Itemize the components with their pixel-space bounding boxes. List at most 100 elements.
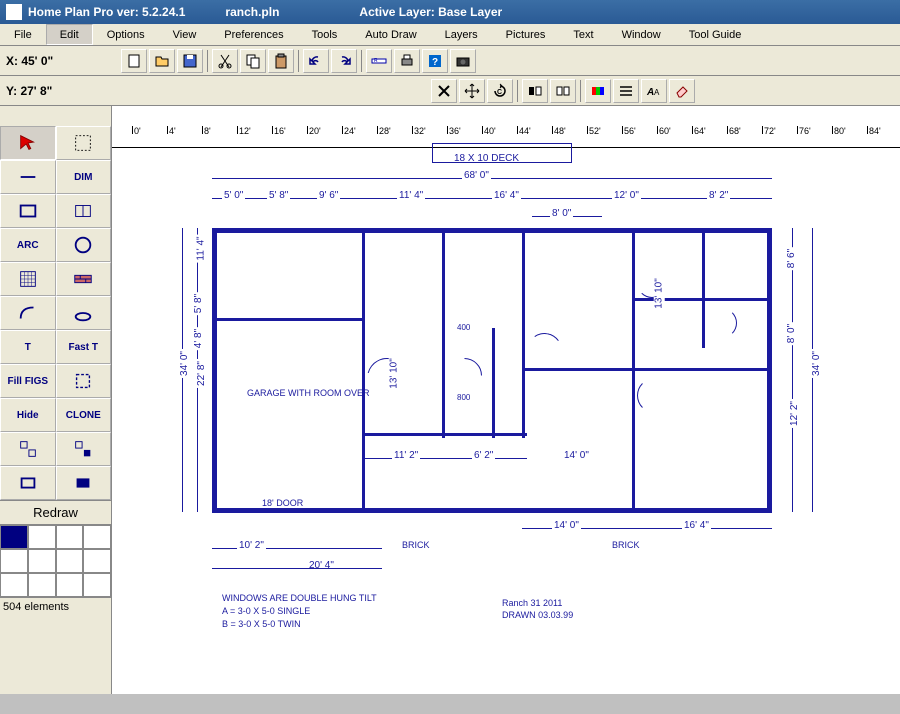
dim-gb1: 10' 2" — [237, 540, 266, 551]
toggle2-icon[interactable] — [550, 79, 576, 103]
menu-view[interactable]: View — [159, 24, 211, 45]
font-icon[interactable]: AA — [641, 79, 667, 103]
arc-icon[interactable]: ARC — [0, 228, 56, 262]
swatch-11[interactable] — [83, 573, 111, 597]
circle-icon[interactable] — [56, 228, 112, 262]
hatch-icon[interactable] — [0, 262, 56, 296]
ruler-tick: 68' — [727, 126, 741, 134]
clone-icon[interactable]: CLONE — [56, 398, 112, 432]
coord-y: Y: 27' 8" — [0, 82, 110, 100]
menu-edit[interactable]: Edit — [46, 24, 93, 45]
swatch-10[interactable] — [56, 573, 84, 597]
eraser-icon[interactable] — [669, 79, 695, 103]
marquee-select-icon[interactable] — [56, 126, 112, 160]
lines-icon[interactable] — [613, 79, 639, 103]
menu-preferences[interactable]: Preferences — [210, 24, 297, 45]
fill-icon[interactable]: Fill FIGS — [0, 364, 56, 398]
move-icon[interactable] — [459, 79, 485, 103]
redraw-button[interactable]: Redraw — [0, 500, 111, 524]
block1-icon[interactable] — [0, 466, 56, 500]
rotate-icon[interactable]: C — [487, 79, 513, 103]
line-icon[interactable] — [0, 160, 56, 194]
undo-icon[interactable] — [303, 49, 329, 73]
element-count: 504 elements — [0, 597, 111, 616]
camera-icon[interactable] — [450, 49, 476, 73]
group1-icon[interactable] — [0, 432, 56, 466]
swatch-0[interactable] — [0, 525, 28, 549]
dim-top-4: 16' 4" — [492, 190, 521, 201]
ruler-tick: 60' — [657, 126, 671, 134]
open-icon[interactable] — [149, 49, 175, 73]
swatch-1[interactable] — [28, 525, 56, 549]
swatch-9[interactable] — [28, 573, 56, 597]
ruler-tick: 44' — [517, 126, 531, 134]
ruler-tick: 4' — [167, 126, 176, 134]
ruler-tick: 84' — [867, 126, 881, 134]
menu-bar: FileEditOptionsViewPreferencesToolsAuto … — [0, 24, 900, 46]
text-bold-icon[interactable]: T — [0, 330, 56, 364]
drawing-canvas[interactable]: 0'4'8'12'16'20'24'28'32'36'40'44'48'52'5… — [112, 106, 900, 694]
arrow-select-icon[interactable] — [0, 126, 56, 160]
menu-pictures[interactable]: Pictures — [492, 24, 560, 45]
color-icon[interactable] — [585, 79, 611, 103]
select-rect-icon[interactable] — [56, 364, 112, 398]
save-icon[interactable] — [177, 49, 203, 73]
cut-icon[interactable] — [212, 49, 238, 73]
main-area: DIMARC TFast TFill FIGSHideCLONE Redraw 5… — [0, 106, 900, 694]
menu-window[interactable]: Window — [608, 24, 675, 45]
ruler-tick: 56' — [622, 126, 636, 134]
svg-text:A: A — [646, 87, 654, 98]
swatch-3[interactable] — [83, 525, 111, 549]
delete-icon[interactable] — [431, 79, 457, 103]
dimension-icon[interactable]: DIM — [56, 160, 112, 194]
wall-icon[interactable] — [56, 262, 112, 296]
rect-icon[interactable] — [0, 194, 56, 228]
dim-left-1: 5' 8" — [193, 292, 204, 315]
pad-icon[interactable] — [56, 296, 112, 330]
menu-auto-draw[interactable]: Auto Draw — [351, 24, 430, 45]
print-icon[interactable] — [394, 49, 420, 73]
svg-text:?: ? — [432, 57, 438, 68]
dim-b1: 11' 2" — [392, 450, 420, 461]
dim-right-0: 8' 6" — [786, 247, 797, 270]
dim-gb2: 20' 4" — [307, 560, 336, 571]
menu-tool-guide[interactable]: Tool Guide — [675, 24, 756, 45]
swatch-8[interactable] — [0, 573, 28, 597]
menu-options[interactable]: Options — [93, 24, 159, 45]
copy-icon[interactable] — [240, 49, 266, 73]
floorplan-drawing[interactable]: 18 X 10 DECK 68' 0" 5' 0"5' 8"9' 6"11' 4… — [112, 148, 900, 694]
dim-left-2: 4' 8" — [193, 327, 204, 350]
paste-icon[interactable] — [268, 49, 294, 73]
help-icon[interactable]: ? — [422, 49, 448, 73]
dim-b3: 14' 0" — [562, 450, 591, 461]
ruler-tick: 12' — [237, 126, 251, 134]
toggle1-icon[interactable] — [522, 79, 548, 103]
group2-icon[interactable] — [56, 432, 112, 466]
hide-icon[interactable]: Hide — [0, 398, 56, 432]
dim-sub: 8' 0" — [550, 208, 573, 219]
ruler-tick: 80' — [832, 126, 846, 134]
title-app: Home Plan Pro ver: 5.2.24.1 — [28, 5, 185, 19]
ruler-tick: 64' — [692, 126, 706, 134]
menu-text[interactable]: Text — [559, 24, 607, 45]
ruler-icon[interactable]: R — [366, 49, 392, 73]
block2-icon[interactable] — [56, 466, 112, 500]
dim-left-3: 22' 8" — [196, 359, 207, 388]
text-fast-icon[interactable]: Fast T — [56, 330, 112, 364]
redo-icon[interactable] — [331, 49, 357, 73]
curve-icon[interactable] — [0, 296, 56, 330]
new-icon[interactable] — [121, 49, 147, 73]
menu-layers[interactable]: Layers — [431, 24, 492, 45]
swatch-2[interactable] — [56, 525, 84, 549]
menu-tools[interactable]: Tools — [298, 24, 352, 45]
svg-text:C: C — [497, 89, 502, 96]
swatch-4[interactable] — [0, 549, 28, 573]
door-plan-icon[interactable] — [56, 194, 112, 228]
ruler-tick: 20' — [307, 126, 321, 134]
swatch-5[interactable] — [28, 549, 56, 573]
swatch-6[interactable] — [56, 549, 84, 573]
ruler-tick: 52' — [587, 126, 601, 134]
swatch-7[interactable] — [83, 549, 111, 573]
menu-file[interactable]: File — [0, 24, 46, 45]
tool-grid: DIMARC TFast TFill FIGSHideCLONE — [0, 126, 111, 500]
